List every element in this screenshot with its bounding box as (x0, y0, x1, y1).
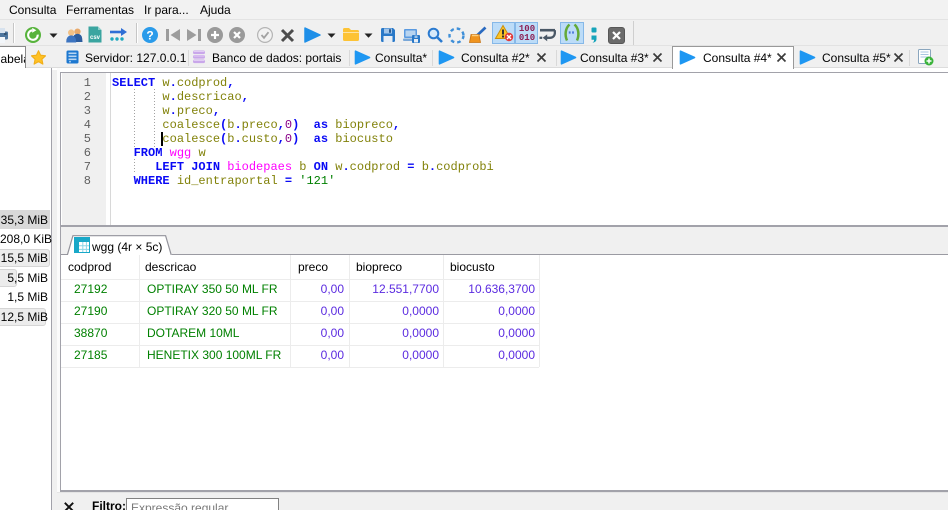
svg-text:csv: csv (90, 35, 101, 41)
svg-text:?: ? (146, 29, 153, 43)
